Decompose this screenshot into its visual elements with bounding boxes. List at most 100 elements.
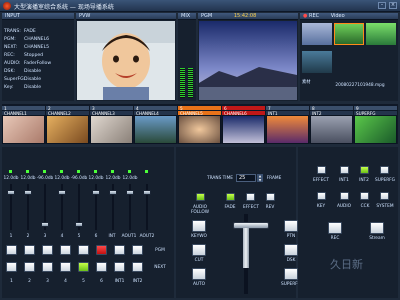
fader-knob[interactable] (143, 190, 151, 195)
fade-label: FADE (224, 205, 236, 210)
rev-button[interactable] (266, 193, 275, 201)
next-button-int2[interactable] (132, 262, 143, 272)
video-thumb-4[interactable] (302, 51, 332, 73)
audio-button[interactable] (340, 192, 349, 200)
int1-key-button[interactable] (340, 166, 349, 174)
channel-9[interactable]: 9 SUPERFG (354, 105, 397, 144)
pgm-button-2[interactable] (24, 245, 35, 255)
tbar-lever[interactable] (243, 228, 249, 268)
bottom-label-int1: INT1 (114, 279, 125, 284)
fader-db-5: -96.0db (70, 176, 88, 181)
audio-follow-button[interactable] (196, 193, 205, 201)
fader-db-6: 12.0db (88, 176, 104, 181)
superfg-key-button[interactable] (380, 166, 389, 174)
bottom-label-3: 3 (46, 279, 49, 284)
status-audio: AUDIO: FaderFollow (4, 61, 52, 66)
channel-6[interactable]: 6 CHANNEL6 (222, 105, 265, 144)
status-superfg: SuperFG:Disable (4, 77, 42, 82)
fader-knob[interactable] (58, 190, 66, 195)
minimize-button[interactable]: – (378, 2, 386, 9)
next-button-2[interactable] (24, 262, 35, 272)
fader-knob[interactable] (92, 190, 100, 195)
trans-time-down-icon[interactable]: ▼ (257, 178, 263, 182)
bottom-label-2: 2 (28, 279, 31, 284)
dsk-button[interactable] (284, 244, 298, 256)
channel-led-icon (43, 170, 46, 173)
keywo-label: KEYWO (191, 234, 207, 239)
next-button-6[interactable] (96, 262, 107, 272)
fader-db-7: 12.0db (105, 176, 121, 181)
fader-knob[interactable] (24, 190, 32, 195)
vu-meter-left (180, 68, 185, 98)
pgm-timecode: 15:42:08 (233, 13, 257, 19)
fade-button[interactable] (226, 193, 235, 201)
rec-button[interactable] (328, 222, 342, 234)
fader-label-6: 6 (94, 234, 98, 239)
pgm-button-4[interactable] (60, 245, 71, 255)
rev-label: REV (265, 205, 275, 210)
channel-2[interactable]: 2 CHANNEL2 (46, 105, 89, 144)
channel-8[interactable]: 8 INT2 (310, 105, 353, 144)
fader-knob[interactable] (75, 222, 83, 227)
effect-key-button[interactable] (317, 166, 326, 174)
channel-4[interactable]: 4 CHANNEL4 (134, 105, 177, 144)
video-thumb-3[interactable] (366, 23, 396, 45)
bottom-label-1: 1 (10, 279, 13, 284)
fader-db-4: 12.0db (54, 176, 70, 181)
fader-knob[interactable] (7, 190, 15, 195)
video-thumb-1[interactable] (302, 23, 332, 45)
channel-thumb (222, 115, 265, 144)
fader-label-1: 1 (9, 234, 13, 239)
status-rec: REC: Stopped (4, 53, 44, 58)
stream-button[interactable] (370, 222, 384, 234)
bottom-label-int2: INT2 (132, 279, 143, 284)
watermark-logo: 久日新 (330, 258, 363, 271)
vu-meter-right (188, 68, 193, 98)
next-button-5[interactable] (78, 262, 89, 272)
ptn-button[interactable] (284, 220, 298, 232)
channel-7[interactable]: 7 INT1 (266, 105, 309, 144)
channel-led-icon (77, 170, 80, 173)
trans-time-input[interactable]: 25 (236, 174, 256, 182)
pgm-button-6[interactable] (96, 245, 107, 255)
superfg-button[interactable] (284, 268, 298, 280)
pgm-panel-title: PGM 15:42:08 (198, 13, 298, 20)
cck-button[interactable] (360, 192, 369, 200)
preview-video (77, 21, 175, 100)
status-trans: TRANS: FADE (4, 29, 36, 34)
pgm-button-1[interactable] (6, 245, 17, 255)
fader-knob[interactable] (126, 190, 134, 195)
channel-3[interactable]: 3 CHANNEL3 (90, 105, 133, 144)
bottom-label-6: 6 (100, 279, 103, 284)
key-button[interactable] (317, 192, 326, 200)
close-button[interactable]: × (389, 2, 397, 9)
system-button[interactable] (380, 192, 389, 200)
video-thumb-2[interactable] (334, 23, 364, 45)
int2-key-button[interactable] (360, 166, 369, 174)
next-button-3[interactable] (42, 262, 53, 272)
tbar-handle[interactable] (233, 222, 269, 229)
keywo-button[interactable] (192, 220, 206, 232)
fader-knob[interactable] (41, 222, 49, 227)
video-panel-label: 素材 (302, 80, 311, 85)
channel-1[interactable]: 1 CHANNEL1 (2, 105, 45, 144)
fader-db-3: -96.0db (36, 176, 54, 181)
fader-db-8: 12.0db (122, 176, 138, 181)
next-button-4[interactable] (60, 262, 71, 272)
fader-label-3: 3 (43, 234, 47, 239)
effect-button[interactable] (246, 193, 255, 201)
pgm-button-int1[interactable] (114, 245, 125, 255)
pgm-button-int2[interactable] (132, 245, 143, 255)
pgm-button-3[interactable] (42, 245, 53, 255)
pgm-button-5[interactable] (78, 245, 89, 255)
next-button-int1[interactable] (114, 262, 125, 272)
channel-5[interactable]: 5 CHANNEL5 (178, 105, 221, 144)
auto-label: AUTO (192, 282, 206, 287)
stream-label: Stream (369, 236, 385, 241)
next-button-1[interactable] (6, 262, 17, 272)
auto-button[interactable] (192, 268, 206, 280)
program-video (199, 21, 297, 100)
fader-label-5: 5 (77, 234, 81, 239)
cut-button[interactable] (192, 244, 206, 256)
fader-knob[interactable] (109, 190, 117, 195)
